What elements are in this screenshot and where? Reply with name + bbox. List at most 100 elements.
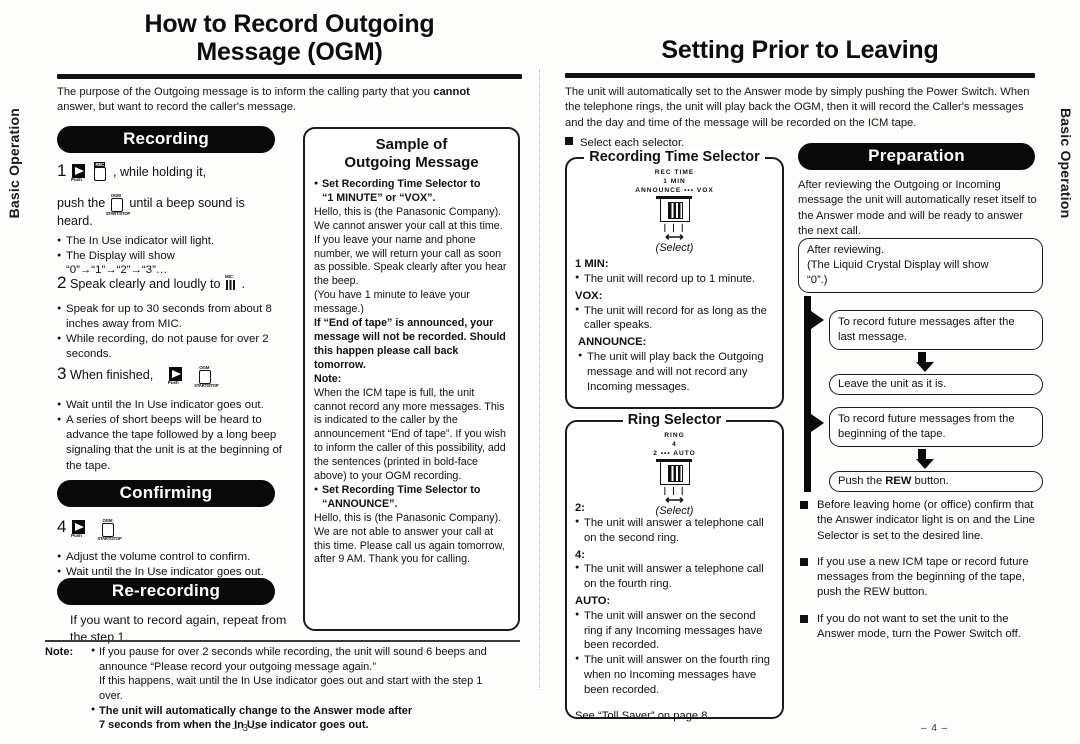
sample-bullet-1-head: ● Set Recording Time Selector to “1 MINU…	[314, 178, 481, 204]
preparation-intro: After reviewing the Outgoing or Incoming…	[798, 179, 1037, 238]
step-3-number: 3	[57, 364, 67, 383]
ring-switch-line-3: 2 ••• AUTO	[653, 449, 696, 457]
ring-slider-switch[interactable]	[655, 458, 692, 485]
rec-entry-head: VOX:	[575, 289, 603, 302]
recording-time-switch-graphic: REC TIME 1 MIN ANNOUNCE ••• VOX ❘❘❘ ⟷ (S…	[567, 169, 782, 254]
step-2: 2 Speak clearly and loudly to MIC . Spea…	[57, 272, 292, 363]
ogm-button-icon-sublabel: START/STOP	[194, 383, 219, 388]
title-rule-right	[565, 73, 1035, 78]
left-intro: The purpose of the Outgoing message is t…	[57, 85, 512, 116]
ring-switch-line-2: 4	[672, 440, 677, 448]
page-left: Basic Operation How to Record Outgoing M…	[0, 0, 540, 744]
step-1: 1 Push REC , while holding it, push the …	[57, 160, 292, 278]
side-tab-left: Basic Operation	[6, 108, 22, 219]
note-divider	[45, 640, 520, 642]
ring-selector-title: Ring Selector	[567, 411, 782, 429]
ogm-button-icon-sublabel: START/STOP	[97, 536, 122, 541]
step-1-text-b: push the	[57, 195, 106, 210]
sample-bullet-1-paren: (You have 1 minute to leave your message…	[314, 289, 470, 316]
flow-arrow-down-2-icon	[916, 449, 934, 469]
ring-switch-graphic: RING 4 2 ••• AUTO ❘❘❘ ⟷ (Select)	[567, 432, 782, 517]
list-item: Wait until the In Use indicator goes out…	[57, 398, 297, 413]
push-icon-label: Push	[70, 533, 82, 538]
list-item: The unit will answer on the fourth ring …	[575, 653, 775, 697]
flow-box-2: To record future messages after the last…	[829, 310, 1043, 350]
square-bullet-icon	[565, 137, 573, 145]
step-4: 4 Push OGMSTART/STOP Adjust the volume c…	[57, 516, 297, 580]
list-item: The unit will answer on the second ring …	[575, 609, 775, 653]
list-item: The In Use indicator will light.	[57, 234, 292, 249]
rec-entry-head: 1 MIN:	[575, 258, 609, 271]
rec-switch-line-3: ANNOUNCE ••• VOX	[635, 186, 714, 194]
step-1-text-a: , while holding it,	[112, 165, 207, 179]
left-intro-bold: cannot	[433, 86, 470, 98]
section-header-confirming: Confirming	[57, 480, 275, 507]
sample-bullet-2-head-line1: Set Recording Time Selector to	[322, 483, 481, 496]
flow-box-1-line-3: “0”.)	[807, 274, 828, 286]
flow-trunk-line	[804, 296, 811, 492]
flow-box-5-c: button.	[911, 475, 949, 487]
page-number-right: – 4 –	[921, 723, 949, 734]
ogm-button-icon: OGM START/STOP	[194, 365, 218, 388]
push-icon-label: Push	[167, 380, 179, 385]
note-item-1-line-3: If this happens, wait until the In Use i…	[99, 675, 483, 688]
sample-panel-title-line2: Outgoing Message	[344, 154, 479, 171]
push-icon: Push	[70, 520, 87, 538]
recording-time-selector-title: Recording Time Selector	[567, 148, 782, 166]
page-title-right: Setting Prior to Leaving	[661, 36, 939, 64]
flow-box-1-line-1: After reviewing.	[807, 244, 885, 256]
sample-note-label: Note:	[314, 372, 342, 385]
sample-bullet-1-body: Hello, this is (the Panasonic Company). …	[314, 205, 507, 288]
sample-panel-title: Sample of Outgoing Message	[314, 136, 509, 172]
section-header-rerecording: Re-recording	[57, 578, 275, 605]
flow-box-5: Push the REW button.	[829, 471, 1043, 492]
list-item: A series of short beeps will be heard to…	[57, 413, 297, 474]
recording-time-selector-panel: Recording Time Selector REC TIME 1 MIN A…	[565, 149, 784, 409]
left-intro-c: answer, but want to record the caller's …	[57, 101, 297, 114]
note-item-2-line-2: 7 seconds from when the In Use indicator…	[99, 719, 369, 732]
rec-button-icon: REC	[94, 162, 107, 181]
step-1-text-d: heard.	[57, 213, 93, 228]
list-item: The unit will play back the Outgoing mes…	[578, 350, 775, 394]
section-header-recording: Recording	[57, 126, 275, 153]
ogm-button-icon: OGM START/STOP	[106, 193, 130, 216]
section-header-preparation: Preparation	[798, 143, 1035, 170]
sample-ogm-panel: Sample of Outgoing Message ● Set Recordi…	[303, 127, 520, 631]
list-item: The unit will record for as long as the …	[575, 304, 775, 334]
note-item-1-line-1: If you pause for over 2 seconds while re…	[99, 646, 487, 658]
step-2-text-a: Speak clearly and loudly to	[69, 277, 221, 291]
flow-box-1-line-2: (The Liquid Crystal Display will show	[807, 259, 989, 271]
rec-switch-line-1: REC TIME	[654, 169, 695, 176]
page-right: Basic Operation Setting Prior to Leaving…	[540, 0, 1080, 744]
rec-time-definitions: 1 MIN: The unit will record up to 1 minu…	[567, 254, 782, 394]
ring-selector-footer: See “Toll Saver” on page 8.	[575, 709, 711, 722]
page-title-left: How to Record Outgoing Message (OGM)	[57, 10, 522, 66]
mic-icon: MIC	[225, 274, 237, 292]
page-title-left-line1: How to Record Outgoing	[144, 10, 435, 38]
rec-entry-head: ANNOUNCE:	[578, 336, 647, 349]
rec-switch-arrow-icon: ⟷	[665, 228, 684, 244]
sample-bullet-2-head: ● Set Recording Time Selector to “ANNOUN…	[314, 483, 481, 510]
rec-switch-line-2: 1 MIN	[663, 177, 686, 185]
note-item-2-line-1: The unit will automatically change to th…	[99, 704, 413, 717]
list-item: Speak for up to 30 seconds from about 8 …	[57, 302, 292, 332]
note-item-1-line-4: over.	[99, 689, 123, 702]
preparation-square-notes: Before leaving home (or office) confirm …	[798, 498, 1040, 653]
step-2-number: 2	[57, 273, 67, 292]
push-icon: Push	[71, 164, 87, 182]
step-3-text-a: When finished,	[69, 368, 154, 382]
flow-arrow-branch-1-icon	[811, 311, 824, 329]
step-1-text-c: until a beep sound is	[129, 195, 245, 210]
list-item: If you use a new ICM tape or record futu…	[798, 555, 1040, 601]
ring-definitions: 2: The unit will answer a telephone call…	[567, 501, 782, 723]
rec-switch-select-caption: (Select)	[655, 242, 694, 255]
flow-box-3: Leave the unit as it is.	[829, 374, 1043, 395]
note-label: Note:	[45, 646, 74, 658]
sample-panel-body: ● Set Recording Time Selector to “1 MINU…	[314, 178, 509, 567]
side-tab-right: Basic Operation	[1058, 108, 1074, 219]
ring-switch-line-1: RING	[664, 432, 685, 439]
sample-note-body: When the ICM tape is full, the unit cann…	[314, 386, 506, 483]
rec-time-slider-switch[interactable]	[655, 195, 692, 222]
list-item: The unit will answer a telephone call on…	[575, 516, 775, 546]
ring-entry-head: 4:	[575, 548, 585, 561]
